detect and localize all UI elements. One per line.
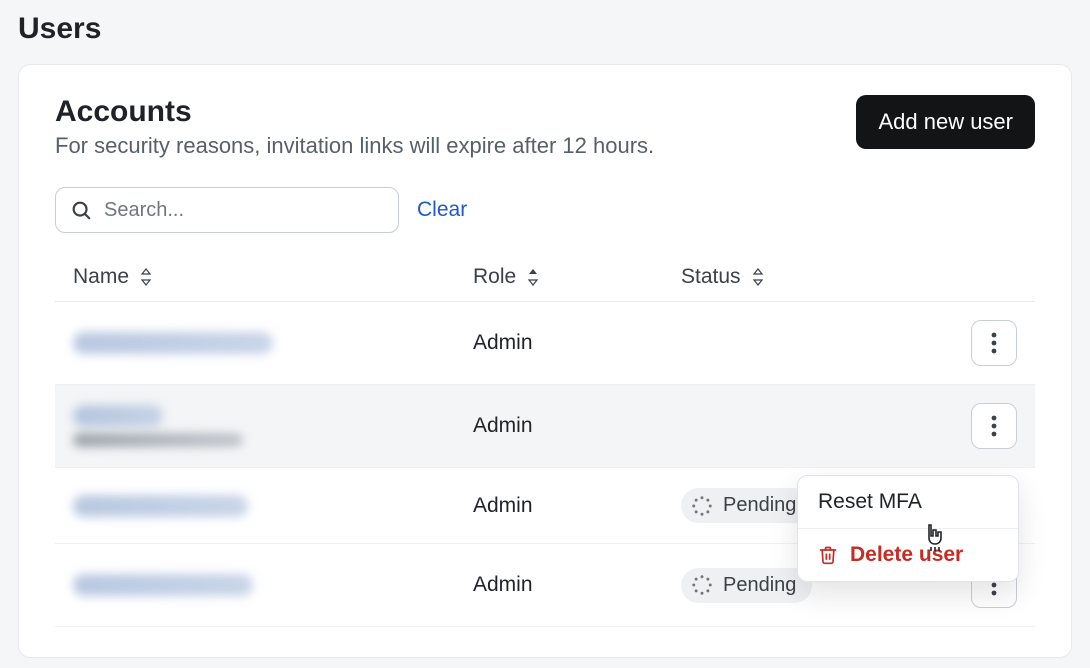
spinner-icon: [691, 495, 713, 517]
table-row: Admin: [55, 385, 1035, 468]
sort-icon: [751, 267, 765, 287]
user-name-redacted: [73, 405, 163, 427]
menu-item-delete-user[interactable]: Delete user: [798, 528, 1018, 581]
user-role: Admin: [473, 331, 681, 355]
section-subtitle: For security reasons, invitation links w…: [55, 133, 654, 159]
user-name-redacted: [73, 574, 253, 596]
column-header-status[interactable]: Status: [681, 265, 925, 289]
column-header-label: Name: [73, 265, 129, 289]
search-box[interactable]: [55, 187, 399, 233]
table-row: Admin: [55, 302, 1035, 385]
user-email-redacted: [73, 433, 243, 447]
status-badge: Pending: [681, 488, 812, 523]
column-header-name[interactable]: Name: [73, 265, 473, 289]
menu-item-reset-mfa[interactable]: Reset MFA: [798, 476, 1018, 528]
trash-icon: [818, 544, 838, 566]
section-title: Accounts: [55, 95, 654, 129]
menu-item-label: Delete user: [850, 543, 963, 567]
row-actions-menu: Reset MFA Delete user: [797, 475, 1019, 582]
page-title: Users: [18, 12, 1072, 46]
sort-icon: [139, 267, 153, 287]
user-role: Admin: [473, 414, 681, 438]
status-badge: Pending: [681, 568, 812, 603]
user-name-redacted: [73, 332, 273, 354]
clear-link[interactable]: Clear: [417, 198, 467, 222]
column-header-role[interactable]: Role: [473, 265, 681, 289]
user-role: Admin: [473, 573, 681, 597]
row-actions-button[interactable]: [971, 320, 1017, 366]
status-label: Pending: [723, 574, 796, 597]
spinner-icon: [691, 574, 713, 596]
row-actions-button[interactable]: [971, 403, 1017, 449]
user-role: Admin: [473, 494, 681, 518]
sort-icon: [526, 267, 540, 287]
column-header-label: Role: [473, 265, 516, 289]
menu-item-label: Reset MFA: [818, 490, 922, 514]
user-name-redacted: [73, 495, 248, 517]
add-user-button[interactable]: Add new user: [856, 95, 1035, 149]
search-input[interactable]: [102, 198, 384, 223]
accounts-card: Accounts For security reasons, invitatio…: [18, 64, 1072, 658]
status-label: Pending: [723, 494, 796, 517]
search-icon: [70, 199, 92, 221]
dots-vertical-icon: [991, 415, 997, 437]
dots-vertical-icon: [991, 332, 997, 354]
column-header-label: Status: [681, 265, 741, 289]
